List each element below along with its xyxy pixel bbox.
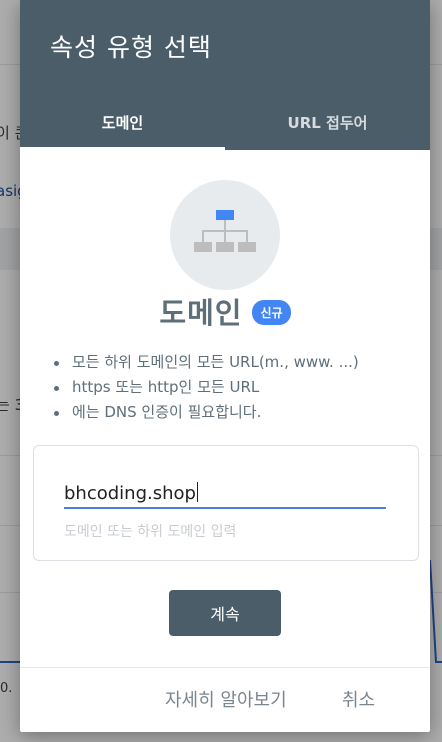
select-property-type-dialog: 속성 유형 선택 도메인 URL 접두어 도메인 신규 모든 하위 도메인의 모…: [20, 0, 430, 732]
footer-divider: [20, 667, 430, 668]
tab-domain[interactable]: 도메인: [20, 94, 225, 150]
tab-url-prefix[interactable]: URL 접두어: [225, 94, 430, 150]
feature-item: https 또는 http인 모든 URL: [54, 375, 359, 400]
feature-item: 에는 DNS 인증이 필요합니다.: [54, 400, 359, 425]
domain-input[interactable]: [64, 478, 386, 508]
dialog-header: 속성 유형 선택 도메인 URL 접두어: [20, 0, 430, 150]
property-type-tabs: 도메인 URL 접두어: [20, 94, 430, 150]
continue-button[interactable]: 계속: [169, 590, 281, 636]
cancel-button[interactable]: 취소: [342, 686, 375, 712]
text-caret: [196, 482, 198, 502]
property-type-heading: 도메인 신규: [20, 290, 430, 332]
dialog-title: 속성 유형 선택: [50, 33, 212, 62]
feature-item: 모든 하위 도메인의 모든 URL(m., www. ...): [54, 350, 359, 375]
domain-hierarchy-icon: [170, 180, 280, 290]
property-type-title: 도메인: [159, 296, 243, 330]
new-badge: 신규: [252, 300, 291, 325]
input-focus-underline: [64, 507, 386, 509]
feature-list: 모든 하위 도메인의 모든 URL(m., www. ...) https 또는…: [54, 350, 359, 425]
domain-input-hint: 도메인 또는 하위 도메인 입력: [64, 524, 237, 540]
learn-more-button[interactable]: 자세히 알아보기: [165, 686, 287, 712]
domain-input-card: 도메인 또는 하위 도메인 입력: [33, 445, 419, 561]
